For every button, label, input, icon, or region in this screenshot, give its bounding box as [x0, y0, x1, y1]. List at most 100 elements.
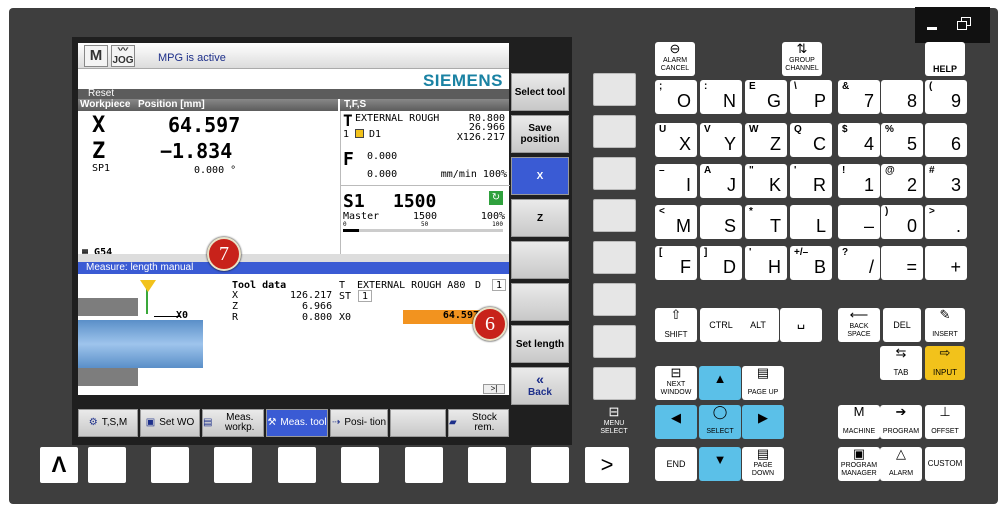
bottom-key-2[interactable] — [151, 447, 189, 483]
position-button[interactable]: ⇢ Posi- tion — [330, 409, 388, 437]
shift-key[interactable]: ⇧ SHIFT — [655, 308, 697, 342]
num-key-6[interactable]: ! 1 — [838, 164, 880, 198]
scroll-right-icon[interactable]: >| — [483, 384, 505, 394]
select-tool-button[interactable]: Select tool — [511, 73, 569, 111]
num-key-5[interactable]: 6 — [925, 123, 967, 157]
key-b[interactable]: +/– B — [790, 246, 832, 280]
key-x[interactable]: UX — [655, 123, 697, 157]
input-key[interactable]: ⇨ INPUT — [925, 346, 965, 380]
num-key-0[interactable]: & 7 — [838, 80, 880, 114]
x-button[interactable]: X — [511, 157, 569, 195]
num-key-1[interactable]: 8 — [881, 80, 923, 114]
up-arrow-key[interactable]: ▲ — [699, 366, 741, 400]
next-softkey-arrow[interactable]: > — [585, 447, 629, 483]
page-up-key[interactable]: ▤ PAGE UP — [742, 366, 784, 400]
x0-input[interactable]: 64.597 — [403, 310, 481, 324]
group-channel-key[interactable]: ⇅ GROUP CHANNEL — [782, 42, 822, 76]
key-f[interactable]: [F — [655, 246, 697, 280]
tab-key[interactable]: ⇆ TAB — [880, 346, 922, 380]
key-j[interactable]: AJ — [700, 164, 742, 198]
bottom-key-7[interactable] — [468, 447, 506, 483]
backspace-key[interactable]: ⟵ BACK SPACE — [838, 308, 880, 342]
key-m[interactable]: < M — [655, 205, 697, 239]
key-l[interactable]: L — [790, 205, 832, 239]
key-r[interactable]: ' R — [790, 164, 832, 198]
key-o[interactable]: ; O — [655, 80, 697, 114]
meas-tool-button[interactable]: ⚒ Meas. tool — [266, 409, 328, 437]
key-k[interactable]: " K — [745, 164, 787, 198]
tsm-button[interactable]: ⚙ T,S,M — [78, 409, 138, 437]
z-button[interactable]: Z — [511, 199, 569, 237]
key-t[interactable]: * T — [745, 205, 787, 239]
key-n[interactable]: :N — [700, 80, 742, 114]
save-position-button[interactable]: Save position — [511, 115, 569, 153]
back-button[interactable]: «Back — [511, 367, 569, 405]
side-key-2[interactable] — [593, 115, 636, 148]
bottom-key-8[interactable] — [531, 447, 569, 483]
bottom-key-1[interactable] — [88, 447, 126, 483]
page-down-key[interactable]: ▤ PAGE DOWN — [742, 447, 784, 481]
num-key-4[interactable]: % 5 — [881, 123, 923, 157]
num-key-8[interactable]: #3 — [925, 164, 967, 198]
menu-select-key[interactable]: ⊟ MENU SELECT — [592, 405, 636, 439]
side-key-6[interactable] — [593, 283, 636, 316]
right-arrow-key[interactable]: ▶ — [742, 405, 784, 439]
down-arrow-key[interactable]: ▼ — [699, 447, 741, 481]
offset-key[interactable]: ⊥ OFFSET — [925, 405, 965, 439]
alt-key[interactable]: ALT — [737, 308, 779, 342]
next-window-key[interactable]: ⊟ NEXT WINDOW — [655, 366, 697, 400]
end-key[interactable]: END — [655, 447, 697, 481]
program-manager-key[interactable]: ▣ PROGRAM MANAGER — [838, 447, 880, 481]
softkey-6[interactable] — [511, 283, 569, 321]
key-p[interactable]: \ P — [790, 80, 832, 114]
alarm-key[interactable]: △ ALARM — [880, 447, 922, 481]
bottom-key-5[interactable] — [341, 447, 379, 483]
d-field[interactable]: 1 — [492, 279, 506, 291]
set-length-button[interactable]: Set length — [511, 325, 569, 363]
side-key-7[interactable] — [593, 325, 636, 358]
softkey-5[interactable] — [511, 241, 569, 279]
key-c[interactable]: QC — [790, 123, 832, 157]
insert-key[interactable]: ✎ INSERT — [925, 308, 965, 342]
help-key[interactable]: HELP — [925, 42, 965, 76]
side-key-3[interactable] — [593, 157, 636, 190]
key-g[interactable]: EG — [745, 80, 787, 114]
num-key-13[interactable]: = — [881, 246, 923, 280]
set-wo-button[interactable]: ▣ Set WO — [140, 409, 200, 437]
key-i[interactable]: – I — [655, 164, 697, 198]
side-key-8[interactable] — [593, 367, 636, 400]
side-key-4[interactable] — [593, 199, 636, 232]
program-key[interactable]: ➔ PROGRAM — [880, 405, 922, 439]
num-key-10[interactable]: ) 0 — [881, 205, 923, 239]
num-key-12[interactable]: ? / — [838, 246, 880, 280]
minimize-icon[interactable] — [927, 27, 937, 30]
side-key-1[interactable] — [593, 73, 636, 106]
key-d[interactable]: ] D — [700, 246, 742, 280]
up-softkey-arrow[interactable]: Λ — [40, 447, 78, 483]
bottom-key-6[interactable] — [405, 447, 443, 483]
bottom-key-4[interactable] — [278, 447, 316, 483]
key-z[interactable]: WZ — [745, 123, 787, 157]
side-key-5[interactable] — [593, 241, 636, 274]
num-key-11[interactable]: >. — [925, 205, 967, 239]
left-arrow-key[interactable]: ◀ — [655, 405, 697, 439]
bottom-key-3[interactable] — [214, 447, 252, 483]
ctrl-key[interactable]: CTRL — [700, 308, 742, 342]
machine-key[interactable]: M MACHINE — [838, 405, 880, 439]
num-key-9[interactable]: – — [838, 205, 880, 239]
softkey-blank[interactable] — [390, 409, 446, 437]
key-y[interactable]: VY — [700, 123, 742, 157]
num-key-7[interactable]: @2 — [881, 164, 923, 198]
space-key[interactable]: ␣ — [780, 308, 822, 342]
alarm-cancel-key[interactable]: ⊖ ALARM CANCEL — [655, 42, 695, 76]
meas-workpiece-button[interactable]: ▤ Meas. workp. — [202, 409, 264, 437]
key-s[interactable]: S — [700, 205, 742, 239]
st-field[interactable]: 1 — [358, 290, 372, 302]
key-h[interactable]: ' H — [745, 246, 787, 280]
custom-key[interactable]: CUSTOM — [925, 447, 965, 481]
num-key-3[interactable]: $4 — [838, 123, 880, 157]
delete-key[interactable]: DEL — [883, 308, 921, 342]
num-key-2[interactable]: (9 — [925, 80, 967, 114]
num-key-14[interactable]: + — [925, 246, 967, 280]
stock-removal-button[interactable]: ▰ Stock rem. — [448, 409, 509, 437]
